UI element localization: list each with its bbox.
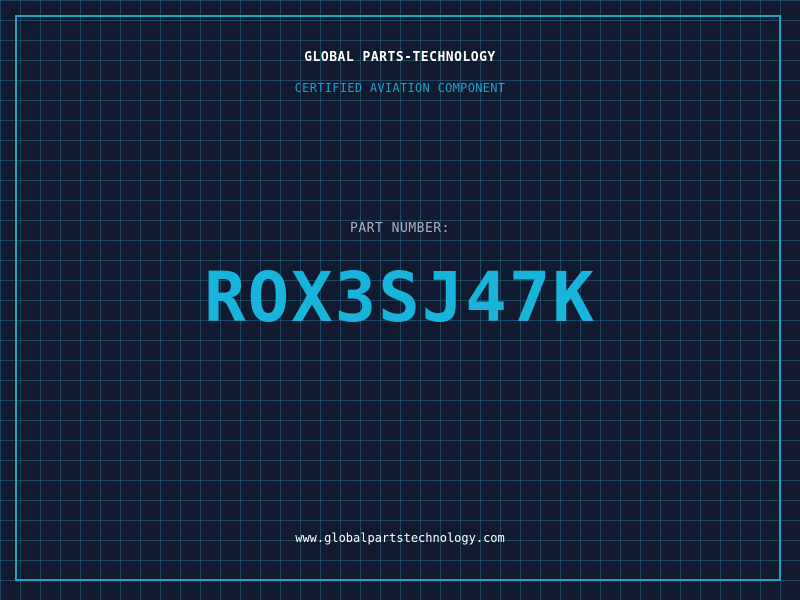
- tagline: CERTIFIED AVIATION COMPONENT: [294, 81, 506, 95]
- part-number-label: PART NUMBER:: [350, 221, 450, 236]
- company-name: GLOBAL PARTS-TECHNOLOGY: [304, 50, 496, 65]
- part-number-value: ROX3SJ47K: [204, 258, 596, 338]
- label-canvas: GLOBAL PARTS-TECHNOLOGY CERTIFIED AVIATI…: [0, 0, 800, 600]
- website-url: www.globalpartstechnology.com: [295, 531, 505, 545]
